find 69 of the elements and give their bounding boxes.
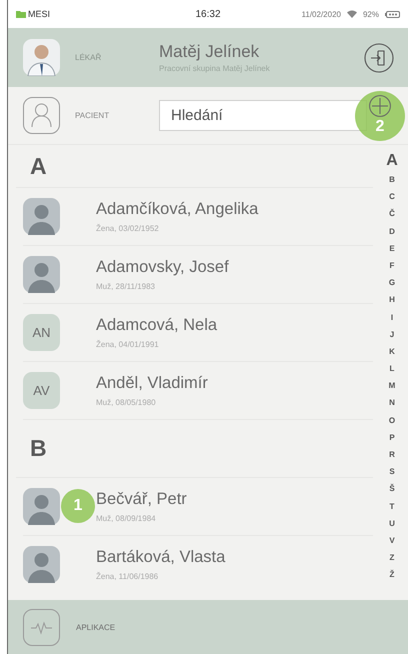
- patient-name: Adamcová, Nela: [96, 316, 218, 335]
- patient-details: Žena, 03/02/1952: [96, 224, 160, 233]
- patient-name: Bartáková, Vlasta: [96, 548, 226, 567]
- wifi-icon: [346, 10, 357, 18]
- index-letter[interactable]: B: [389, 171, 395, 188]
- avatar-icon: [23, 39, 60, 76]
- patient-label: PACIENT: [74, 111, 110, 120]
- index-letter[interactable]: Č: [389, 205, 395, 223]
- patient-row[interactable]: Adamčíková, Angelika Žena, 03/02/1952: [23, 188, 373, 246]
- doctor-name: Matěj Jelínek: [159, 42, 260, 62]
- patient-name: Adamovsky, Josef: [96, 258, 229, 277]
- initials-avatar: AN: [23, 314, 60, 351]
- apps-label: APLIKACE: [76, 622, 116, 632]
- index-letter[interactable]: T: [390, 498, 394, 515]
- avatar-icon: [23, 256, 60, 293]
- index-letter[interactable]: L: [390, 360, 394, 378]
- patient-name: Bečvář, Petr: [96, 490, 187, 509]
- section-letter: B: [16, 420, 373, 478]
- avatar-icon: [23, 198, 60, 235]
- patient-row[interactable]: Adamovsky, Josef Muž, 28/11/1983: [23, 246, 373, 304]
- add-icon[interactable]: [368, 94, 392, 118]
- index-letter[interactable]: S: [389, 463, 395, 480]
- index-letter[interactable]: C: [389, 188, 395, 206]
- index-letter[interactable]: J: [390, 326, 394, 343]
- patient-row[interactable]: Bartáková, Vlasta Žena, 11/06/1986: [23, 536, 373, 593]
- role-label: LÉKAŘ: [74, 53, 102, 62]
- section-letter: A: [16, 145, 373, 188]
- initials-avatar: AV: [23, 372, 60, 409]
- patient-details: Žena, 11/06/1986: [96, 572, 160, 581]
- index-letter[interactable]: O: [388, 412, 396, 429]
- index-letter[interactable]: G: [388, 274, 396, 292]
- index-letter[interactable]: D: [389, 222, 395, 240]
- carrier: MESI: [28, 9, 50, 19]
- index-letter[interactable]: K: [389, 342, 395, 360]
- index-letter[interactable]: Z: [390, 549, 394, 566]
- clock: 16:32: [194, 8, 222, 20]
- patient-name: Anděl, Vladimír: [96, 374, 208, 393]
- index-letter[interactable]: Š: [389, 480, 395, 498]
- avatar-icon: [23, 546, 60, 583]
- patient-row[interactable]: Bečvář, Petr Muž, 08/09/1984 1: [23, 478, 373, 536]
- index-letter[interactable]: P: [389, 428, 395, 446]
- date: 11/02/2020: [302, 10, 341, 18]
- battery-percent: 92%: [362, 10, 379, 18]
- patient-details: Muž, 28/11/1983: [96, 282, 156, 291]
- index-letter[interactable]: U: [389, 514, 395, 532]
- logout-icon[interactable]: [364, 42, 394, 72]
- index-letter[interactable]: R: [389, 446, 395, 464]
- index-letter[interactable]: F: [390, 256, 394, 274]
- index-letter[interactable]: E: [389, 240, 395, 257]
- index-letter[interactable]: I: [390, 308, 394, 326]
- callout-number: 2: [376, 118, 384, 135]
- index-letter[interactable]: V: [389, 532, 395, 550]
- callout-badge: 1: [61, 489, 95, 523]
- patient-details: Muž, 08/09/1984: [96, 514, 157, 523]
- index-letter[interactable]: M: [388, 377, 396, 394]
- pulse-icon[interactable]: [23, 608, 60, 646]
- patient-details: Muž, 08/05/1980: [96, 398, 157, 407]
- index-letter[interactable]: N: [389, 394, 395, 412]
- index-letter[interactable]: A: [386, 151, 398, 171]
- index-letter[interactable]: Ž: [390, 566, 394, 584]
- patient-row[interactable]: AN Adamcová, Nela Žena, 04/01/1991: [23, 304, 373, 362]
- battery-icon: [385, 10, 400, 18]
- patient-name: Adamčíková, Angelika: [96, 200, 258, 219]
- patient-details: Žena, 04/01/1991: [96, 340, 160, 349]
- folder-icon: [16, 10, 26, 18]
- avatar-icon: [23, 488, 60, 525]
- index-letter[interactable]: H: [389, 291, 395, 308]
- person-icon: [23, 97, 60, 134]
- patient-row[interactable]: AV Anděl, Vladimír Muž, 08/05/1980: [23, 362, 373, 420]
